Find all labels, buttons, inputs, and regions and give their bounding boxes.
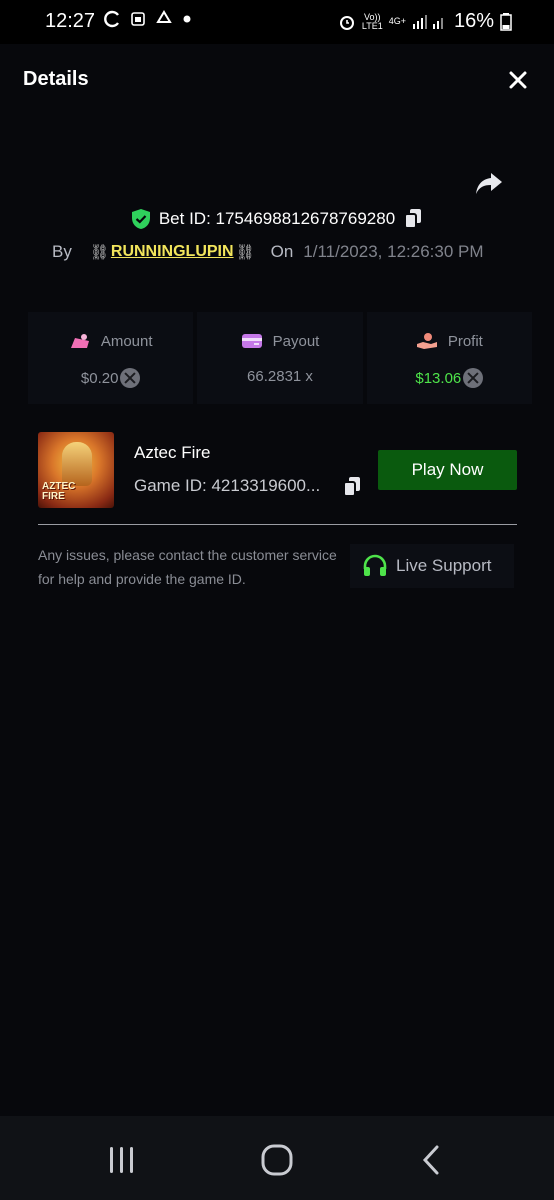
bet-by-row: By ⛓ RUNNINGLUPIN ⛓ On 1/11/2023, 12:26:…	[52, 242, 484, 262]
game-card: AZTEC FIRE Aztec Fire Game ID: 421331960…	[28, 416, 532, 606]
details-header: Details	[0, 44, 554, 116]
network-label: Vo)) LTE1	[361, 11, 383, 31]
alarm-icon	[339, 15, 354, 30]
profit-value: $13.06	[415, 369, 462, 387]
coin-icon	[120, 368, 141, 388]
bet-id-text: Bet ID: 1754698812678769280	[158, 209, 396, 228]
bet-id-row: Bet ID: 1754698812678769280	[0, 208, 554, 230]
profit-label: Profit	[447, 332, 483, 350]
copy-icon[interactable]	[403, 208, 423, 230]
game-id: Game ID: 4213319600...	[134, 476, 321, 495]
on-label: On	[270, 242, 294, 261]
divider	[38, 524, 517, 525]
game-thumbnail[interactable]: AZTEC FIRE	[38, 432, 114, 508]
status-time: 12:27	[45, 10, 96, 32]
live-support-label: Live Support	[396, 556, 492, 575]
game-name: Aztec Fire	[134, 443, 211, 462]
stat-payout: Payout 66.2831 x	[197, 312, 363, 404]
system-nav-bar	[0, 1116, 554, 1200]
signal-icon	[412, 14, 443, 29]
chain-icon: ⛓	[89, 244, 109, 261]
share-icon[interactable]	[474, 170, 504, 198]
thumbnail-title: AZTEC FIRE	[42, 481, 76, 502]
network-type: 4G+	[388, 16, 406, 26]
battery-icon	[500, 12, 512, 31]
payout-label: Payout	[272, 332, 320, 350]
headset-icon	[363, 554, 387, 576]
payout-value: 66.2831 x	[247, 368, 313, 385]
battery-percent: 16%	[453, 10, 494, 32]
support-info-text: Any issues, please contact the customer …	[38, 547, 337, 587]
recycle-icon	[156, 10, 172, 23]
stat-amount: Amount $0.20	[28, 312, 194, 404]
status-bar: 12:27 Vo)) LTE1 4G+ 16%	[0, 0, 554, 44]
back-icon[interactable]	[414, 1142, 450, 1178]
copy-icon[interactable]	[342, 476, 362, 498]
bet-date: 1/11/2023, 12:26:30 PM	[303, 242, 484, 261]
status-right: Vo)) LTE1 4G+ 16%	[338, 10, 512, 33]
recent-apps-icon[interactable]	[104, 1142, 140, 1178]
username-link[interactable]: RUNNINGLUPIN	[111, 243, 234, 261]
amount-icon	[70, 334, 89, 348]
bet-stats: Amount $0.20 Payout 66.2831 x Profit $13…	[28, 312, 532, 404]
coin-icon	[463, 368, 484, 388]
home-icon[interactable]	[259, 1142, 295, 1178]
chain-icon: ⛓	[235, 244, 255, 261]
card-icon	[241, 334, 262, 348]
amount-value: $0.20	[80, 369, 119, 387]
thumbnail-figure	[62, 442, 92, 486]
stat-profit: Profit $13.06	[366, 312, 532, 404]
shield-check-icon	[131, 209, 150, 229]
screenshot-icon	[131, 12, 145, 26]
amount-label: Amount	[100, 332, 153, 350]
profit-hand-icon	[416, 333, 437, 349]
sync-icon	[104, 10, 119, 28]
dot-icon	[183, 15, 191, 23]
close-icon[interactable]	[508, 70, 528, 90]
page-title: Details	[23, 68, 89, 90]
play-now-button[interactable]: Play Now	[378, 450, 517, 490]
status-left-icons	[102, 9, 192, 29]
by-label: By	[52, 242, 72, 261]
live-support-button[interactable]: Live Support	[350, 544, 514, 588]
